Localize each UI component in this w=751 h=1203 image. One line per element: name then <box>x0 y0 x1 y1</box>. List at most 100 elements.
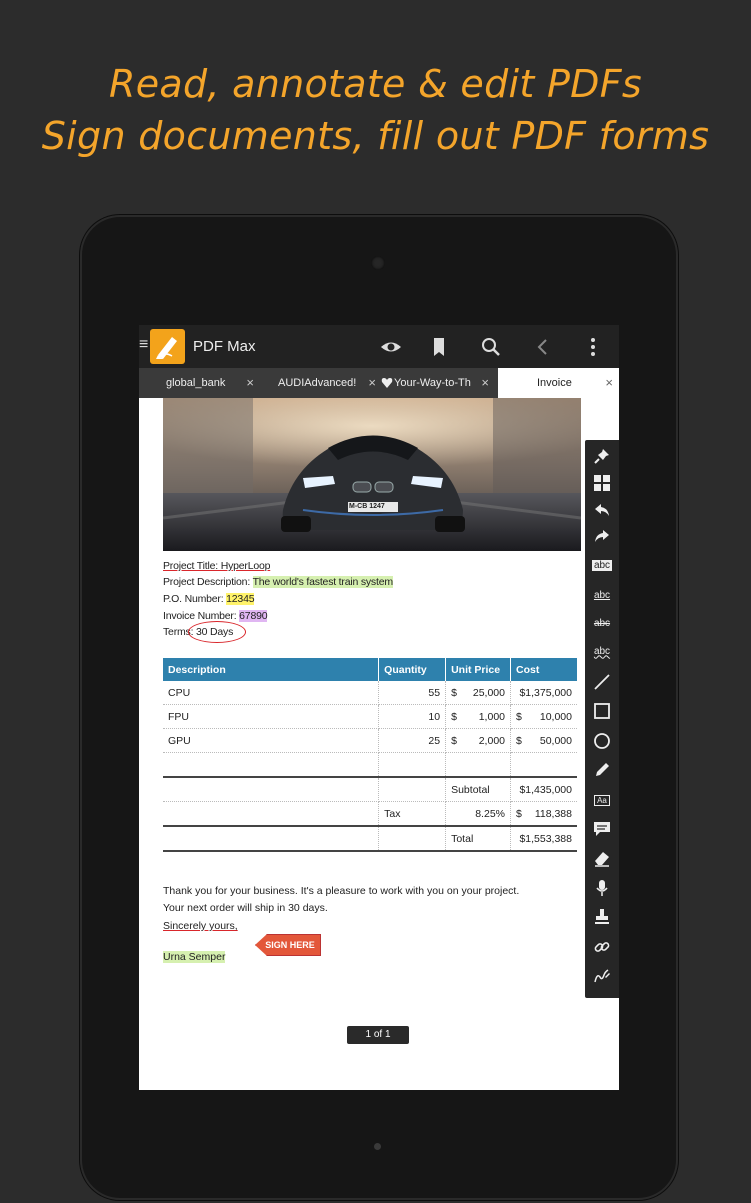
tablet-camera <box>371 256 385 270</box>
abc-label: abc <box>591 559 613 571</box>
currency: $ <box>516 807 522 820</box>
car-photo: M-CB 1247 <box>163 398 581 551</box>
sincerely-text: Sincerely yours, <box>163 920 238 932</box>
total-value: $1,553,388 <box>510 826 577 852</box>
rectangle-icon[interactable] <box>590 699 614 723</box>
stamp-icon[interactable] <box>590 905 614 929</box>
eraser-icon[interactable] <box>590 846 614 870</box>
app-title: PDF Max <box>193 338 256 355</box>
table-row: GPU 25 $2,000 $50,000 <box>163 728 577 753</box>
project-description: Project Description: The world's fastest… <box>163 576 393 588</box>
cell-unit-price: $25,000 <box>445 681 511 705</box>
tab-audi-advanced[interactable]: AUDIAdvanced! × <box>260 368 378 398</box>
circle-annotation[interactable] <box>188 621 247 643</box>
grid-icon[interactable] <box>590 471 614 495</box>
terms: Terms: 30 Days <box>163 621 247 643</box>
squiggly-text-icon[interactable]: abc <box>590 639 614 663</box>
thank-you-line-1: Thank you for your business. It's a plea… <box>163 885 520 897</box>
cell-quantity: 55 <box>378 681 447 705</box>
invoice-number-label: Invoice Number: <box>163 610 240 622</box>
close-icon[interactable]: × <box>246 368 254 398</box>
cost: 50,000 <box>539 734 572 747</box>
cell-description: CPU <box>163 681 380 705</box>
cell-unit-price: $1,000 <box>445 704 511 729</box>
tab-label: Invoice <box>537 377 572 389</box>
pin-icon[interactable] <box>590 444 614 468</box>
invoice-table: Description Quantity Unit Price Cost CPU… <box>163 658 577 852</box>
eye-icon[interactable] <box>379 335 403 359</box>
subtotal-label: Subtotal <box>445 777 511 802</box>
license-plate: M-CB 1247 <box>349 503 385 510</box>
cell-description: FPU <box>163 704 380 729</box>
bookmark-icon[interactable] <box>427 335 451 359</box>
note-icon[interactable] <box>590 817 614 841</box>
redo-icon[interactable] <box>590 524 614 548</box>
table-header-row: Description Quantity Unit Price Cost <box>163 658 577 681</box>
pen-icon[interactable] <box>590 758 614 782</box>
po-number-value: 12345 <box>226 593 255 605</box>
tab-global-bank[interactable]: global_bank × <box>141 368 258 398</box>
signature-icon[interactable] <box>590 964 614 988</box>
app-logo-icon <box>150 329 185 364</box>
text-box-icon[interactable]: Aa <box>590 788 614 812</box>
currency: $ <box>516 710 522 723</box>
link-icon[interactable] <box>590 935 614 959</box>
table-row-blank <box>163 752 577 778</box>
sign-here-button[interactable]: SIGN HERE <box>255 934 321 956</box>
strikeout-text-icon[interactable]: abc <box>590 611 614 635</box>
headline-line-2: Sign documents, fill out PDF forms <box>41 114 710 158</box>
tab-invoice[interactable]: Invoice × <box>498 368 619 398</box>
tablet-sensor <box>374 1143 381 1150</box>
signer-name: Urna Semper <box>163 951 226 963</box>
column-header: Description <box>163 658 380 681</box>
annotation-toolbar: abc abc abc abc Aa <box>585 440 619 998</box>
cost: 10,000 <box>539 710 572 723</box>
po-number: P.O. Number: 12345 <box>163 593 255 605</box>
column-header: Quantity <box>378 658 447 681</box>
drawer-menu-icon[interactable]: ≡ <box>139 336 149 354</box>
project-description-value: The world's fastest train system <box>252 576 393 588</box>
cell-cost: $1,375,000 <box>510 681 577 705</box>
aa-label: Aa <box>594 794 610 806</box>
close-icon[interactable]: × <box>481 368 489 398</box>
circle-icon[interactable] <box>590 729 614 753</box>
thank-you-text: Thank you for your business. It's a plea… <box>163 883 519 917</box>
cell-quantity: 10 <box>378 704 447 729</box>
total-row: Total $1,553,388 <box>163 826 577 852</box>
abc-label: abc <box>593 617 611 629</box>
search-icon[interactable] <box>479 335 503 359</box>
close-icon[interactable]: × <box>368 368 376 398</box>
cell-unit-price: $2,000 <box>445 728 511 753</box>
total-label: Total <box>445 826 511 852</box>
column-header: Unit Price <box>445 658 511 681</box>
page-indicator: 1 of 1 <box>347 1026 409 1044</box>
tax-label: Tax <box>378 801 447 827</box>
close-icon[interactable]: × <box>605 368 613 398</box>
undo-icon[interactable] <box>590 498 614 522</box>
abc-label: abc <box>593 589 611 601</box>
highlight-text-icon[interactable]: abc <box>590 553 614 577</box>
underline-text-icon[interactable]: abc <box>590 583 614 607</box>
tab-label: AUDIAdvanced! <box>278 377 357 389</box>
table-row: FPU 10 $1,000 $10,000 <box>163 704 577 729</box>
cell-quantity: 25 <box>378 728 447 753</box>
app-bar: ≡ PDF Max <box>139 325 619 368</box>
pdf-page[interactable]: M-CB 1247 Project Title: HyperLoop Proje… <box>139 398 619 1090</box>
headline-line-1: Read, annotate & edit PDFs <box>109 62 642 106</box>
back-icon[interactable] <box>531 335 555 359</box>
tax-value-cell: $118,388 <box>510 801 577 827</box>
tab-your-way[interactable]: Your-Way-to-Th × <box>379 368 497 398</box>
currency: $ <box>516 734 522 747</box>
cell-cost: $10,000 <box>510 704 577 729</box>
subtotal-value: $1,435,000 <box>510 777 577 802</box>
tax-rate: 8.25% <box>445 801 511 827</box>
microphone-icon[interactable] <box>590 876 614 900</box>
tab-label: global_bank <box>166 377 226 389</box>
subtotal-row: Subtotal $1,435,000 <box>163 777 577 802</box>
line-icon[interactable] <box>590 670 614 694</box>
project-description-label: Project Description: <box>163 576 253 588</box>
price: 25,000 <box>472 686 505 699</box>
column-header: Cost <box>510 658 577 681</box>
app-screen: ≡ PDF Max global_bank × AUDIAdvanced! × … <box>139 325 619 1090</box>
overflow-menu-icon[interactable] <box>581 335 605 359</box>
